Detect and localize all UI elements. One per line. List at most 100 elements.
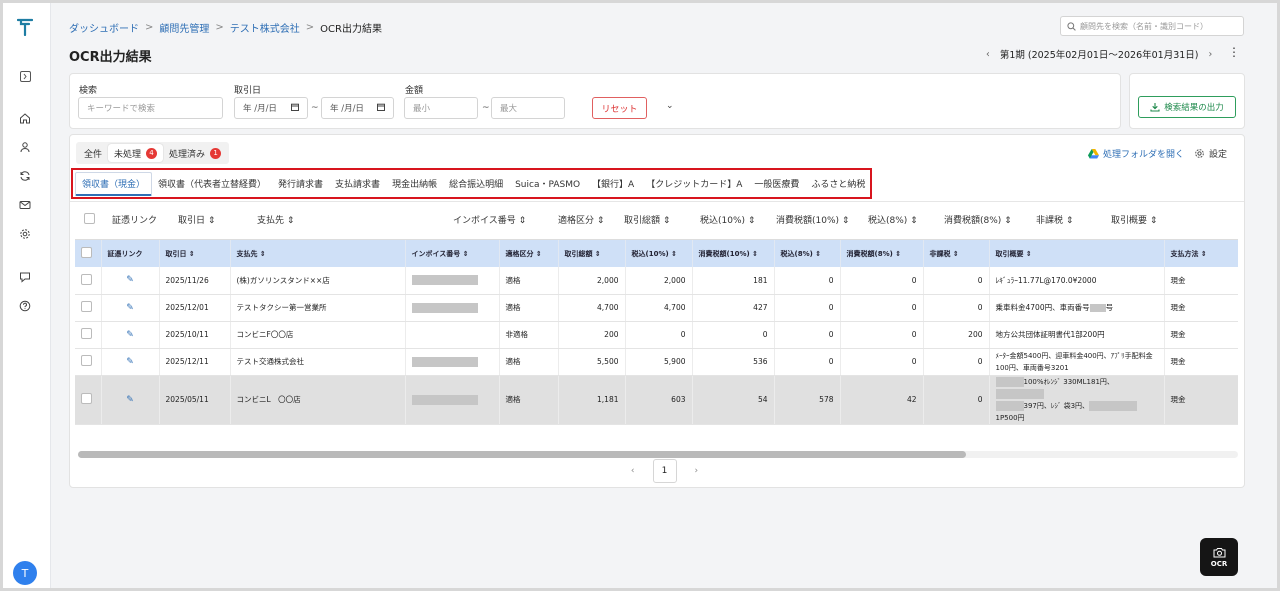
tab-receipt-cash[interactable]: 領収書（現金） bbox=[75, 171, 153, 196]
cell-tax-8: 42 bbox=[840, 375, 924, 425]
calendar-icon[interactable] bbox=[291, 103, 299, 114]
tab-unprocessed[interactable]: 未処理 4 bbox=[108, 144, 164, 162]
sync-icon[interactable] bbox=[15, 166, 35, 186]
mail-icon[interactable] bbox=[15, 195, 35, 215]
client-search-input[interactable] bbox=[1080, 21, 1240, 31]
sort-taxinc-8[interactable]: 税込(8%) ⇕ bbox=[868, 213, 918, 226]
sort-tax-8[interactable]: 消費税額(8%) ⇕ bbox=[944, 213, 1012, 226]
help-icon[interactable] bbox=[15, 296, 35, 316]
user-icon[interactable] bbox=[15, 137, 35, 157]
tab-processed[interactable]: 処理済み 1 bbox=[163, 144, 227, 162]
next-page-button[interactable]: › bbox=[695, 466, 699, 476]
breadcrumb-company[interactable]: テスト株式会社 bbox=[230, 20, 300, 35]
prev-page-button[interactable]: ‹ bbox=[631, 466, 635, 476]
table-row[interactable]: ✎ 2025/11/26 (株)ガソリンスタンド××店 適格 2,000 2,0… bbox=[75, 267, 1238, 295]
breadcrumb-clients[interactable]: 顧問先管理 bbox=[159, 20, 209, 35]
row-checkbox[interactable] bbox=[75, 375, 102, 425]
header-exempt[interactable]: 非課税 ⇕ bbox=[923, 240, 990, 267]
date-to-input[interactable]: 年 /月/日 bbox=[321, 97, 394, 119]
edit-link-icon[interactable]: ✎ bbox=[101, 321, 160, 349]
sort-payee[interactable]: 支払先 ⇕ bbox=[257, 213, 294, 226]
header-tax-10[interactable]: 消費税額(10%) ⇕ bbox=[692, 240, 775, 267]
table-row[interactable]: ✎ 2025/12/01 テストタクシー第一営業所 適格 4,700 4,700… bbox=[75, 294, 1238, 322]
cell-taxinc-8: 578 bbox=[774, 375, 841, 425]
tab-suica-pasmo[interactable]: Suica・PASMO bbox=[509, 172, 586, 196]
header-evidence-link[interactable]: 証憑リンク bbox=[101, 240, 160, 267]
more-menu-icon[interactable]: ⋮ bbox=[1228, 45, 1240, 59]
header-date[interactable]: 取引日 ⇕ bbox=[159, 240, 231, 267]
row-checkbox[interactable] bbox=[75, 267, 102, 295]
sort-qualification[interactable]: 適格区分 ⇕ bbox=[558, 213, 604, 226]
header-taxinc-8[interactable]: 税込(8%) ⇕ bbox=[774, 240, 841, 267]
tab-all[interactable]: 全件 bbox=[78, 144, 108, 162]
sort-taxinc-10[interactable]: 税込(10%) ⇕ bbox=[700, 213, 755, 226]
row-checkbox[interactable] bbox=[75, 294, 102, 322]
tab-receipt-reimbursement[interactable]: 領収書（代表者立替経費） bbox=[152, 172, 272, 196]
cell-tax-10: 181 bbox=[692, 267, 775, 295]
header-tax-8[interactable]: 消費税額(8%) ⇕ bbox=[840, 240, 924, 267]
home-icon[interactable] bbox=[15, 108, 35, 128]
gear-icon[interactable] bbox=[15, 224, 35, 244]
edit-link-icon[interactable]: ✎ bbox=[101, 348, 160, 376]
amount-min-input[interactable]: 最小 bbox=[404, 97, 478, 119]
header-taxinc-10[interactable]: 税込(10%) ⇕ bbox=[625, 240, 693, 267]
header-checkbox[interactable] bbox=[75, 240, 102, 267]
breadcrumb-dashboard[interactable]: ダッシュボード bbox=[69, 20, 139, 35]
edit-link-icon[interactable]: ✎ bbox=[101, 375, 160, 425]
header-payment-method[interactable]: 支払方法 ⇕ bbox=[1164, 240, 1238, 267]
redacted-block bbox=[411, 356, 478, 367]
tab-furusato-tax[interactable]: ふるさと納税 bbox=[805, 172, 871, 196]
chevron-down-icon[interactable]: ⌄ bbox=[666, 101, 674, 111]
table-row[interactable]: ✎ 2025/12/11 テスト交通株式会社 適格 5,500 5,900 53… bbox=[75, 348, 1238, 376]
sort-evidence-link[interactable]: 証憑リンク bbox=[112, 213, 157, 226]
prev-period-button[interactable]: ‹ bbox=[986, 49, 990, 60]
sort-date[interactable]: 取引日 ⇕ bbox=[178, 213, 215, 226]
calendar-icon[interactable] bbox=[377, 103, 385, 114]
tab-issued-invoice[interactable]: 発行請求書 bbox=[272, 172, 329, 196]
header-summary[interactable]: 取引概要 ⇕ bbox=[989, 240, 1165, 267]
tab-bank-a[interactable]: 【銀行】A bbox=[586, 172, 640, 196]
tab-payment-invoice[interactable]: 支払請求書 bbox=[329, 172, 386, 196]
app-logo[interactable] bbox=[15, 17, 35, 37]
horizontal-scrollbar[interactable] bbox=[78, 451, 1238, 458]
sort-total[interactable]: 取引総額 ⇕ bbox=[624, 213, 670, 226]
header-total[interactable]: 取引総額 ⇕ bbox=[558, 240, 626, 267]
tab-medical-expenses[interactable]: 一般医療費 bbox=[748, 172, 805, 196]
settings-button[interactable]: 設定 bbox=[1194, 147, 1227, 160]
edit-link-icon[interactable]: ✎ bbox=[101, 267, 160, 295]
reset-button[interactable]: リセット bbox=[592, 97, 647, 119]
cell-summary: ﾒｰﾀｰ金額5400円、迎車料金400円、ｱﾌﾟﾘ手配料金100円、車両番号32… bbox=[989, 348, 1165, 376]
tab-credit-card-a[interactable]: 【クレジットカード】A bbox=[640, 172, 748, 196]
date-from-input[interactable]: 年 /月/日 bbox=[234, 97, 308, 119]
panel-toggle-icon[interactable] bbox=[15, 66, 35, 86]
row-checkbox[interactable] bbox=[75, 321, 102, 349]
sort-invoice-number[interactable]: インボイス番号 ⇕ bbox=[453, 213, 526, 226]
cell-tax-8: 0 bbox=[840, 321, 924, 349]
sort-exempt[interactable]: 非課税 ⇕ bbox=[1036, 213, 1073, 226]
edit-link-icon[interactable]: ✎ bbox=[101, 294, 160, 322]
user-avatar[interactable]: T bbox=[13, 561, 37, 585]
cell-tax-10: 0 bbox=[692, 321, 775, 349]
header-qualification[interactable]: 適格区分 ⇕ bbox=[499, 240, 559, 267]
page-1-button[interactable]: 1 bbox=[652, 459, 677, 483]
sort-summary[interactable]: 取引概要 ⇕ bbox=[1111, 213, 1157, 226]
chat-icon[interactable] bbox=[15, 267, 35, 287]
amount-max-input[interactable]: 最大 bbox=[491, 97, 565, 119]
ocr-capture-button[interactable]: OCR bbox=[1200, 538, 1238, 576]
sort-tax-10[interactable]: 消費税額(10%) ⇕ bbox=[776, 213, 849, 226]
redacted-block bbox=[995, 376, 1024, 387]
open-folder-link[interactable]: 処理フォルダを開く bbox=[1088, 147, 1184, 160]
row-checkbox[interactable] bbox=[75, 348, 102, 376]
table-row-selected[interactable]: ✎ 2025/05/11 コンビニL 〇〇店 適格 1,181 603 54 5… bbox=[75, 375, 1238, 425]
header-invoice-number[interactable]: インボイス番号 ⇕ bbox=[405, 240, 500, 267]
export-results-button[interactable]: 検索結果の出力 bbox=[1138, 96, 1236, 118]
header-payee[interactable]: 支払先 ⇕ bbox=[230, 240, 406, 267]
table-row[interactable]: ✎ 2025/10/11 コンビニF〇〇店 非適格 200 0 0 0 0 20… bbox=[75, 321, 1238, 349]
tab-transfer-details[interactable]: 総合振込明細 bbox=[443, 172, 509, 196]
keyword-input[interactable]: キーワードで検索 bbox=[78, 97, 223, 119]
tab-label: 全件 bbox=[84, 149, 103, 160]
next-period-button[interactable]: › bbox=[1209, 49, 1213, 60]
scrollbar-thumb[interactable] bbox=[78, 451, 966, 458]
tab-label: 処理済み bbox=[169, 149, 206, 160]
tab-cash-book[interactable]: 現金出納帳 bbox=[386, 172, 443, 196]
